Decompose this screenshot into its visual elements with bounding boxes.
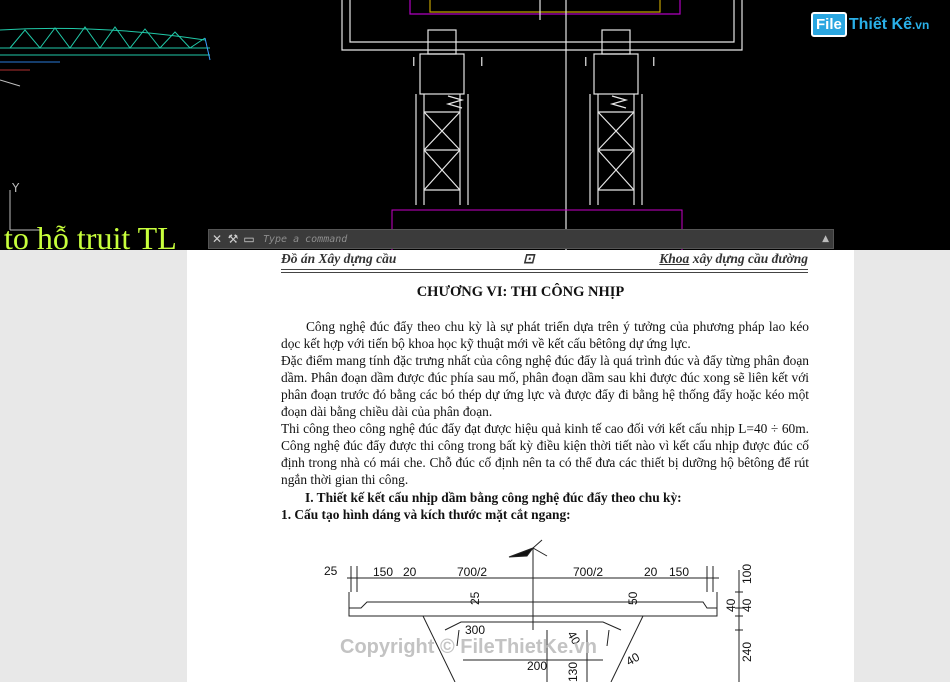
- cross-section-drawing: 25 150 20 700/2 700/2 20 150 25 50 300 2…: [324, 539, 754, 682]
- column-label: I: [412, 55, 416, 69]
- dim-label: 130: [566, 662, 580, 682]
- column-label: I: [480, 55, 484, 69]
- dim-label: 40: [724, 598, 738, 612]
- logo-vn: .vn: [911, 17, 930, 32]
- document-page: Đồ án Xây dựng cầu ⊡ Khoa xây dựng cầu đ…: [187, 250, 854, 682]
- dim-label: 700/2: [457, 565, 487, 579]
- dim-label: 150: [373, 565, 393, 579]
- command-line-bar[interactable]: ✕ ⚒ ▭ Type a command ▲: [208, 229, 834, 249]
- column-label: I: [584, 55, 588, 69]
- dim-label: 100: [740, 564, 754, 584]
- command-input[interactable]: Type a command: [263, 234, 822, 245]
- wrench-icon[interactable]: ⚒: [225, 232, 241, 246]
- cad-drawing: Y I I I I: [0, 0, 743, 250]
- dim-label: 40: [740, 598, 754, 612]
- dim-label: 700/2: [573, 565, 603, 579]
- column-label: I: [652, 55, 656, 69]
- dim-label: 300: [465, 623, 485, 637]
- copyright-watermark: Copyright © FileThietKe.vn: [340, 636, 597, 658]
- chevron-up-icon[interactable]: ▲: [822, 234, 829, 244]
- y-axis-label: Y: [11, 181, 20, 195]
- truss-structure: [0, 26, 210, 87]
- close-icon[interactable]: ✕: [209, 232, 225, 246]
- logo-thietke: Thiết Kế: [848, 15, 912, 33]
- dim-label: 200: [527, 659, 547, 673]
- cad-viewport[interactable]: Y I I I I to hỗ truịt TL File Thiết Kế .…: [0, 0, 950, 256]
- dim-label: 150: [669, 565, 689, 579]
- dim-label: 25: [468, 591, 482, 605]
- logo-file: File: [811, 12, 847, 37]
- prompt-icon[interactable]: ▭: [241, 232, 257, 246]
- dim-label: 40: [624, 650, 643, 669]
- dim-label: 20: [403, 565, 417, 579]
- dim-label: 20: [644, 565, 658, 579]
- dim-label: 240: [740, 642, 754, 662]
- dim-label: 50: [626, 591, 640, 605]
- site-logo: File Thiết Kế .vn: [811, 12, 929, 37]
- dim-label: 25: [324, 564, 338, 578]
